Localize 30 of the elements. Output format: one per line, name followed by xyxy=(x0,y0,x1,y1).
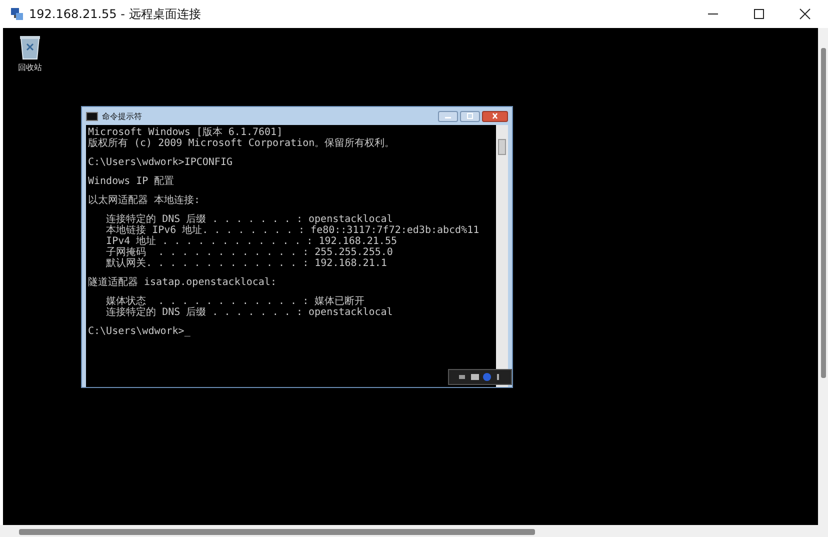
scrollbar[interactable] xyxy=(0,525,828,537)
console-title: 命令提示符 xyxy=(102,110,142,122)
console-icon xyxy=(86,112,98,120)
console-line: 连接特定的 DNS 后缀 . . . . . . . : openstacklocal xyxy=(105,214,394,225)
maximize-icon xyxy=(753,8,765,20)
recycle-bin-icon[interactable] xyxy=(19,34,41,60)
maximize-icon xyxy=(465,113,475,119)
close-icon xyxy=(490,113,500,119)
language-bar[interactable] xyxy=(448,369,512,385)
icon-label: 回收站 xyxy=(18,62,42,73)
scrollbar[interactable] xyxy=(818,28,828,525)
console-line: 连接特定的 DNS 后缀 . . . . . . . : openstacklocal xyxy=(105,307,394,318)
console-line: Microsoft Windows [版本 6.1.7601] xyxy=(88,127,284,138)
monitor-icon xyxy=(10,7,24,21)
console-line: 以太网适配器 本地连接: xyxy=(88,195,202,206)
console-line: IPv4 地址 . . . . . . . . . . . . : 192.168.21.55 xyxy=(105,236,398,247)
console-line: 版权所有 (c) 2009 Microsoft Corporation。保留所有权利。 xyxy=(88,138,396,149)
console-line: C:\Users\wdwork>_ xyxy=(88,326,192,337)
close-button[interactable] xyxy=(482,110,508,122)
console-line: 媒体状态 . . . . . . . . . . . . : 媒体已断开 xyxy=(105,296,366,307)
console-line: Windows IP 配置 xyxy=(88,176,176,187)
window-title: 192.168.21.55 - 远程桌面连接 xyxy=(29,6,201,22)
close-icon xyxy=(799,8,811,20)
scrollbar[interactable] xyxy=(496,125,508,387)
minimize-button[interactable] xyxy=(438,110,458,122)
console-line: 本地链接 IPv6 地址. . . . . . . . : fe80::3117:7f72:ed3b:abcd%11 xyxy=(105,225,480,236)
console-line: 默认网关. . . . . . . . . . . . . : 192.168.21.1 xyxy=(105,258,388,269)
console-line: C:\Users\wdwork>IPCONFIG xyxy=(88,157,234,168)
console-line: 子网掩码 . . . . . . . . . . . . : 255.255.255.0 xyxy=(105,247,394,258)
console-line: 隧道适配器 isatap.openstacklocal: xyxy=(88,277,278,288)
